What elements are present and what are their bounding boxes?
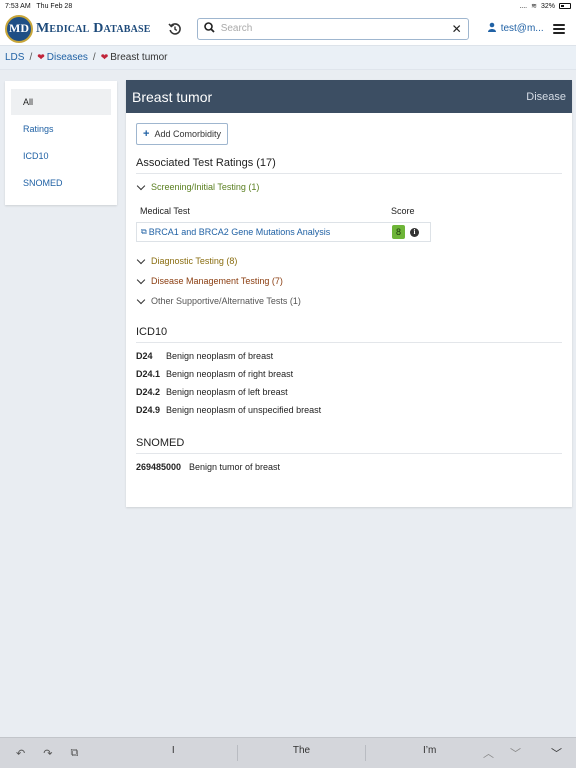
search-box[interactable]: ✕ xyxy=(196,17,469,40)
icd10-code: D24.2 xyxy=(136,387,161,397)
chevron-up-icon[interactable]: ︿ xyxy=(483,745,494,761)
icd10-desc: Benign neoplasm of breast xyxy=(166,351,274,361)
hamburger-menu-icon[interactable] xyxy=(553,23,565,34)
search-input[interactable] xyxy=(220,23,452,34)
icd10-code: D24 xyxy=(136,351,153,361)
breadcrumb-separator: / xyxy=(92,52,96,63)
snomed-row: 269485000 Benign tumor of breast xyxy=(136,462,562,472)
user-icon xyxy=(487,22,497,35)
status-date: Thu Feb 28 xyxy=(36,2,73,10)
chevron-down-icon xyxy=(136,255,146,264)
disease-panel: Breast tumor Disease + Add Comorbidity A… xyxy=(126,80,572,507)
suggestion-item[interactable]: The xyxy=(258,745,344,761)
wifi-icon: ≋ xyxy=(531,3,537,10)
logo-badge: MD xyxy=(5,14,33,43)
test-table: Medical Test Score ⧉ BRCA1 and BRCA2 Gen… xyxy=(136,204,431,242)
icd10-row: D24.2 Benign neoplasm of left breast xyxy=(136,387,562,397)
group-other-supportive[interactable]: Other Supportive/Alternative Tests (1) xyxy=(136,294,562,308)
info-icon[interactable]: i xyxy=(410,227,420,237)
table-row: ⧉ BRCA1 and BRCA2 Gene Mutations Analysi… xyxy=(136,222,431,242)
test-link[interactable]: ⧉ BRCA1 and BRCA2 Gene Mutations Analysi… xyxy=(141,227,392,237)
plus-icon: + xyxy=(143,128,150,140)
navbar: MD Medical Database ✕ test@m... xyxy=(0,12,576,46)
table-header: Medical Test Score xyxy=(136,204,431,218)
sidebar-item-icd10[interactable]: ICD10 xyxy=(11,143,111,169)
breadcrumb-separator: / xyxy=(29,52,33,63)
icd10-row: D24 Benign neoplasm of breast xyxy=(136,351,562,361)
score-cell: 8 i xyxy=(392,225,420,239)
status-right: .... ≋ 32% xyxy=(519,2,571,10)
sidebar-item-all[interactable]: All xyxy=(11,89,111,115)
column-header-score: Score xyxy=(391,206,415,216)
ratings-section-title: Associated Test Ratings (17) xyxy=(136,157,562,174)
group-screening[interactable]: Screening/Initial Testing (1) xyxy=(136,180,562,194)
sidebar: All Ratings ICD10 SNOMED xyxy=(5,81,117,205)
heart-icon: ❤ xyxy=(100,52,109,62)
page-title: Breast tumor xyxy=(132,88,213,105)
undo-icon[interactable]: ↶ xyxy=(16,747,25,760)
column-header-test: Medical Test xyxy=(140,206,190,216)
signal-icon: .... xyxy=(519,2,528,10)
group-diagnostic[interactable]: Diagnostic Testing (8) xyxy=(136,254,562,268)
search-icon xyxy=(203,21,215,36)
icd10-desc: Benign neoplasm of right breast xyxy=(166,369,294,379)
logo[interactable]: MD Medical Database xyxy=(5,14,151,43)
icd10-code: D24.1 xyxy=(136,369,161,379)
heart-icon: ❤ xyxy=(37,52,45,62)
chevron-down-icon xyxy=(136,181,146,190)
icd10-row: D24.9 Benign neoplasm of unspecified bre… xyxy=(136,405,562,415)
entity-type-label: Disease xyxy=(526,90,566,103)
snomed-desc: Benign tumor of breast xyxy=(189,462,281,472)
paste-icon[interactable]: ⧉ xyxy=(70,747,78,760)
chevron-down-icon xyxy=(136,275,146,284)
redo-icon[interactable]: ↷ xyxy=(43,747,52,760)
breadcrumb-diseases[interactable]: Diseases xyxy=(47,52,88,63)
panel-body: + Add Comorbidity Associated Test Rating… xyxy=(126,113,572,482)
add-comorbidity-button[interactable]: + Add Comorbidity xyxy=(136,123,228,145)
group-disease-management[interactable]: Disease Management Testing (7) xyxy=(136,274,562,288)
score-badge: 8 xyxy=(392,225,406,239)
icd10-desc: Benign neoplasm of left breast xyxy=(166,387,288,397)
breadcrumb: LDS / ❤ Diseases / ❤ Breast tumor xyxy=(0,46,576,70)
status-time: 7:53 AM xyxy=(5,2,31,10)
battery-icon xyxy=(559,3,571,9)
history-icon[interactable] xyxy=(167,21,183,37)
group-label: Disease Management Testing (7) xyxy=(151,276,283,286)
snomed-section-title: SNOMED xyxy=(136,437,562,454)
icd10-section-title: ICD10 xyxy=(136,326,562,343)
icd10-code: D24.9 xyxy=(136,405,161,415)
snomed-code: 269485000 xyxy=(136,462,182,472)
chevron-down-icon[interactable]: ﹀ xyxy=(510,745,521,761)
group-label: Diagnostic Testing (8) xyxy=(151,256,238,266)
user-label: test@m... xyxy=(500,23,544,34)
icd10-desc: Benign neoplasm of unspecified breast xyxy=(166,405,322,415)
battery-percent: 32% xyxy=(540,2,555,10)
group-label: Other Supportive/Alternative Tests (1) xyxy=(151,296,301,306)
clear-search-icon[interactable]: ✕ xyxy=(452,22,462,36)
panel-header: Breast tumor Disease xyxy=(126,80,572,113)
status-left: 7:53 AM Thu Feb 28 xyxy=(5,3,72,10)
sidebar-item-snomed[interactable]: SNOMED xyxy=(11,170,111,196)
status-bar: 7:53 AM Thu Feb 28 .... ≋ 32% xyxy=(0,0,576,12)
icd10-row: D24.1 Benign neoplasm of right breast xyxy=(136,369,562,379)
suggestion-item[interactable]: I’m xyxy=(387,745,473,761)
keyboard-dismiss-icon[interactable]: ﹀ xyxy=(551,745,562,761)
sidebar-item-ratings[interactable]: Ratings xyxy=(11,116,111,142)
keyboard-edit-controls: ↶ ↷ ⧉ xyxy=(0,747,120,760)
breadcrumb-current: Breast tumor xyxy=(110,52,168,63)
suggestion-item[interactable]: I xyxy=(130,745,216,761)
logo-text: Medical Database xyxy=(36,20,151,36)
user-menu[interactable]: test@m... xyxy=(487,22,544,35)
suggestion-divider xyxy=(365,745,367,761)
breadcrumb-root[interactable]: LDS xyxy=(5,52,24,63)
keyboard-suggestions: I The I’m xyxy=(120,745,483,761)
add-comorbidity-label: Add Comorbidity xyxy=(154,129,221,139)
suggestion-divider xyxy=(236,745,238,761)
test-name: BRCA1 and BRCA2 Gene Mutations Analysis xyxy=(148,227,331,237)
keyboard-nav-controls: ︿ ﹀ ﹀ xyxy=(483,745,576,761)
dna-icon: ⧉ xyxy=(141,227,147,236)
group-label: Screening/Initial Testing (1) xyxy=(151,182,260,192)
chevron-down-icon xyxy=(136,295,146,304)
keyboard-toolbar: ↶ ↷ ⧉ I The I’m ︿ ﹀ ﹀ xyxy=(0,737,576,768)
